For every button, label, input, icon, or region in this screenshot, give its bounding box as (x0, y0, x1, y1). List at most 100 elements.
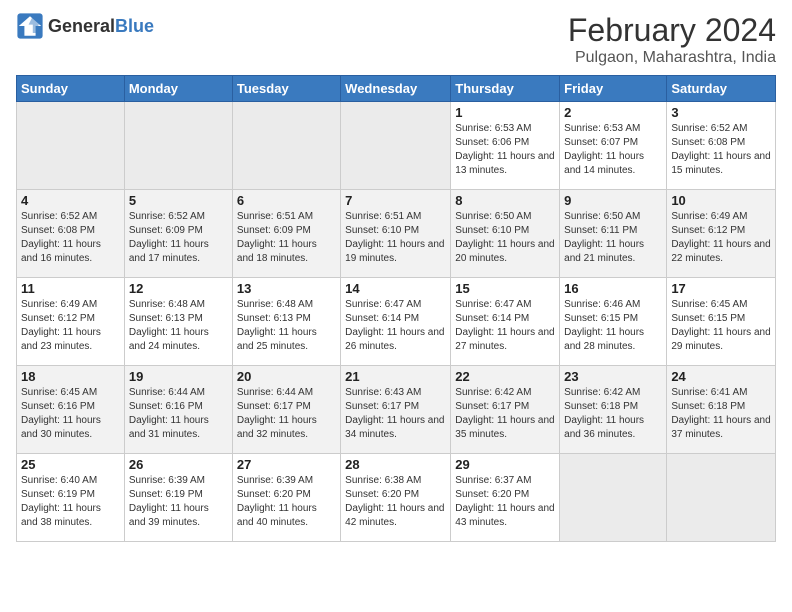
calendar-cell: 20Sunrise: 6:44 AMSunset: 6:17 PMDayligh… (232, 366, 340, 454)
cell-info: Sunrise: 6:42 AMSunset: 6:18 PMDaylight:… (564, 386, 662, 442)
cell-date: 12 (129, 281, 228, 296)
cell-date: 19 (129, 369, 228, 384)
calendar-cell: 12 Sunrise: 6:48 AMSunset: 6:13 PMDayligh… (124, 278, 232, 366)
cell-info: Sunrise: 6:51 AMSunset: 6:10 PMDaylight:… (345, 210, 446, 266)
calendar-day-header: Wednesday (341, 76, 451, 102)
cell-info: Sunrise: 6:45 AMSunset: 6:16 PMDaylight:… (21, 386, 120, 442)
calendar-day-header: Sunday (17, 76, 125, 102)
calendar-header-row: SundayMondayTuesdayWednesdayThursdayFrid… (17, 76, 776, 102)
cell-date: 29 (455, 457, 555, 472)
cell-date: 6 (237, 193, 336, 208)
cell-info: Sunrise: 6:53 AMSunset: 6:06 PMDaylight:… (455, 122, 555, 178)
calendar-cell: 15 Sunrise: 6:47 AMSunset: 6:14 PMDayligh… (451, 278, 560, 366)
cell-date: 27 (237, 457, 336, 472)
cell-date: 23 (564, 369, 662, 384)
calendar-cell (232, 102, 340, 190)
cell-date: 16 (564, 281, 662, 296)
calendar-day-header: Friday (560, 76, 667, 102)
cell-info: Sunrise: 6:49 AMSunset: 6:12 PMDaylight:… (671, 210, 771, 266)
cell-info: Sunrise: 6:45 AMSunset: 6:15 PMDaylight:… (671, 298, 771, 354)
month-year: February 2024 (568, 12, 776, 49)
calendar-cell: 10Sunrise: 6:49 AMSunset: 6:12 PMDayligh… (667, 190, 776, 278)
calendar-cell: 9Sunrise: 6:50 AMSunset: 6:11 PMDaylight… (560, 190, 667, 278)
cell-date: 11 (21, 281, 120, 296)
cell-info: Sunrise: 6:37 AMSunset: 6:20 PMDaylight:… (455, 474, 555, 530)
calendar-cell: 2 Sunrise: 6:53 AMSunset: 6:07 PMDaylight… (560, 102, 667, 190)
calendar-cell: 24 Sunrise: 6:41 AMSunset: 6:18 PMDayligh… (667, 366, 776, 454)
calendar-day-header: Tuesday (232, 76, 340, 102)
cell-date: 15 (455, 281, 555, 296)
cell-date: 28 (345, 457, 446, 472)
calendar-cell (341, 102, 451, 190)
cell-info: Sunrise: 6:47 AMSunset: 6:14 PMDaylight:… (455, 298, 555, 354)
calendar-cell: 11 Sunrise: 6:49 AMSunset: 6:12 PMDayligh… (17, 278, 125, 366)
calendar-cell: 19 Sunrise: 6:44 AMSunset: 6:16 PMDayligh… (124, 366, 232, 454)
cell-date: 14 (345, 281, 446, 296)
cell-info: Sunrise: 6:52 AMSunset: 6:09 PMDaylight:… (129, 210, 228, 266)
logo-icon (16, 12, 44, 40)
calendar-cell (560, 454, 667, 542)
calendar-cell: 21 Sunrise: 6:43 AMSunset: 6:17 PMDayligh… (341, 366, 451, 454)
calendar-cell: 22 Sunrise: 6:42 AMSunset: 6:17 PMDayligh… (451, 366, 560, 454)
cell-date: 5 (129, 193, 228, 208)
calendar-cell (124, 102, 232, 190)
cell-date: 21 (345, 369, 446, 384)
calendar-day-header: Monday (124, 76, 232, 102)
calendar-week-row: 25 Sunrise: 6:40 AMSunset: 6:19 PMDayligh… (17, 454, 776, 542)
page: GeneralBlue February 2024 Pulgaon, Mahar… (0, 0, 792, 612)
cell-date: 13 (237, 281, 336, 296)
calendar-cell: 18Sunrise: 6:45 AMSunset: 6:16 PMDayligh… (17, 366, 125, 454)
calendar-cell: 14Sunrise: 6:47 AMSunset: 6:14 PMDayligh… (341, 278, 451, 366)
cell-info: Sunrise: 6:42 AMSunset: 6:17 PMDaylight:… (455, 386, 555, 442)
cell-info: Sunrise: 6:40 AMSunset: 6:19 PMDaylight:… (21, 474, 120, 530)
calendar-cell: 27 Sunrise: 6:39 AMSunset: 6:20 PMDayligh… (232, 454, 340, 542)
cell-info: Sunrise: 6:53 AMSunset: 6:07 PMDaylight:… (564, 122, 662, 178)
cell-date: 4 (21, 193, 120, 208)
cell-info: Sunrise: 6:44 AMSunset: 6:17 PMDaylight:… (237, 386, 336, 442)
calendar-cell: 3 Sunrise: 6:52 AMSunset: 6:08 PMDaylight… (667, 102, 776, 190)
cell-info: Sunrise: 6:38 AMSunset: 6:20 PMDaylight:… (345, 474, 446, 530)
cell-info: Sunrise: 6:44 AMSunset: 6:16 PMDaylight:… (129, 386, 228, 442)
calendar-cell: 16Sunrise: 6:46 AMSunset: 6:15 PMDayligh… (560, 278, 667, 366)
cell-date: 2 (564, 105, 662, 120)
calendar-week-row: 4Sunrise: 6:52 AMSunset: 6:08 PMDaylight… (17, 190, 776, 278)
calendar-table: SundayMondayTuesdayWednesdayThursdayFrid… (16, 75, 776, 542)
cell-date: 9 (564, 193, 662, 208)
cell-info: Sunrise: 6:51 AMSunset: 6:09 PMDaylight:… (237, 210, 336, 266)
calendar-cell: 1 Sunrise: 6:53 AMSunset: 6:06 PMDaylight… (451, 102, 560, 190)
calendar-cell: 7Sunrise: 6:51 AMSunset: 6:10 PMDaylight… (341, 190, 451, 278)
cell-date: 26 (129, 457, 228, 472)
cell-date: 24 (671, 369, 771, 384)
calendar-cell: 23 Sunrise: 6:42 AMSunset: 6:18 PMDayligh… (560, 366, 667, 454)
calendar-day-header: Thursday (451, 76, 560, 102)
calendar-day-header: Saturday (667, 76, 776, 102)
calendar-week-row: 18Sunrise: 6:45 AMSunset: 6:16 PMDayligh… (17, 366, 776, 454)
title-block: February 2024 Pulgaon, Maharashtra, Indi… (568, 12, 776, 67)
cell-date: 1 (455, 105, 555, 120)
cell-info: Sunrise: 6:43 AMSunset: 6:17 PMDaylight:… (345, 386, 446, 442)
cell-date: 25 (21, 457, 120, 472)
calendar-cell: 26Sunrise: 6:39 AMSunset: 6:19 PMDayligh… (124, 454, 232, 542)
calendar-cell: 6 Sunrise: 6:51 AMSunset: 6:09 PMDaylight… (232, 190, 340, 278)
cell-info: Sunrise: 6:50 AMSunset: 6:10 PMDaylight:… (455, 210, 555, 266)
calendar-week-row: 1 Sunrise: 6:53 AMSunset: 6:06 PMDaylight… (17, 102, 776, 190)
logo-blue: Blue (115, 16, 154, 36)
header: GeneralBlue February 2024 Pulgaon, Mahar… (16, 12, 776, 67)
calendar-cell: 8Sunrise: 6:50 AMSunset: 6:10 PMDaylight… (451, 190, 560, 278)
calendar-cell: 13 Sunrise: 6:48 AMSunset: 6:13 PMDayligh… (232, 278, 340, 366)
calendar-cell: 25 Sunrise: 6:40 AMSunset: 6:19 PMDayligh… (17, 454, 125, 542)
cell-info: Sunrise: 6:39 AMSunset: 6:20 PMDaylight:… (237, 474, 336, 530)
cell-date: 17 (671, 281, 771, 296)
location: Pulgaon, Maharashtra, India (568, 49, 776, 67)
cell-info: Sunrise: 6:49 AMSunset: 6:12 PMDaylight:… (21, 298, 120, 354)
cell-date: 22 (455, 369, 555, 384)
calendar-cell (667, 454, 776, 542)
cell-info: Sunrise: 6:52 AMSunset: 6:08 PMDaylight:… (671, 122, 771, 178)
calendar-week-row: 11 Sunrise: 6:49 AMSunset: 6:12 PMDayligh… (17, 278, 776, 366)
cell-date: 3 (671, 105, 771, 120)
cell-info: Sunrise: 6:48 AMSunset: 6:13 PMDaylight:… (129, 298, 228, 354)
calendar-cell (17, 102, 125, 190)
cell-info: Sunrise: 6:41 AMSunset: 6:18 PMDaylight:… (671, 386, 771, 442)
cell-info: Sunrise: 6:48 AMSunset: 6:13 PMDaylight:… (237, 298, 336, 354)
logo-general: General (48, 16, 115, 36)
